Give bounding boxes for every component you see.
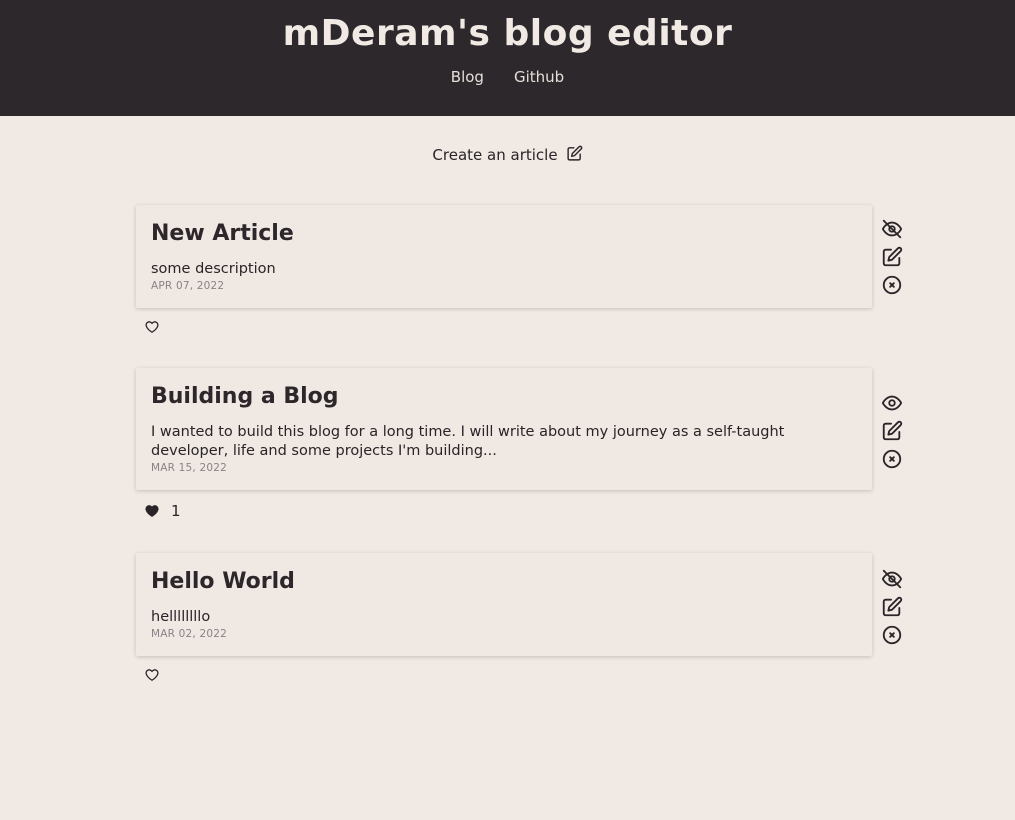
article-likes [145,320,916,334]
delete-icon[interactable] [881,274,903,296]
eye-off-icon[interactable] [881,568,903,590]
article-card[interactable]: Hello World hellllllllo MAR 02, 2022 [136,553,872,656]
heart-filled-icon[interactable] [145,504,159,518]
article-card[interactable]: Building a Blog I wanted to build this b… [136,368,872,490]
nav-link-github[interactable]: Github [514,68,564,86]
article-item: New Article some description APR 07, 202… [136,205,916,334]
article-title: Building a Blog [151,384,339,409]
article-likes [145,668,916,682]
edit-icon[interactable] [881,246,903,268]
edit-icon[interactable] [881,596,903,618]
article-description: I wanted to build this blog for a long t… [151,424,785,459]
article-date: MAR 15, 2022 [151,462,228,474]
article-description: some description [151,261,276,277]
nav-link-blog[interactable]: Blog [451,68,484,86]
article-date: APR 07, 2022 [151,280,225,292]
site-header: mDeram's blog editor Blog Github [0,0,1015,116]
create-article-label: Create an article [432,146,558,164]
article-title: New Article [151,221,294,246]
edit-icon [566,145,583,166]
heart-outline-icon[interactable] [145,668,159,682]
article-item: Hello World hellllllllo MAR 02, 2022 [136,553,916,682]
main-nav: Blog Github [0,68,1015,86]
article-item: Building a Blog I wanted to build this b… [136,368,916,520]
eye-off-icon[interactable] [881,218,903,240]
delete-icon[interactable] [881,624,903,646]
eye-icon[interactable] [881,392,903,414]
create-article-button[interactable]: Create an article [0,145,1015,165]
delete-icon[interactable] [881,448,903,470]
heart-outline-icon[interactable] [145,320,159,334]
article-actions [881,218,903,296]
edit-icon[interactable] [881,420,903,442]
like-count: 1 [171,502,181,520]
article-card[interactable]: New Article some description APR 07, 202… [136,205,872,308]
article-title: Hello World [151,569,295,594]
article-likes: 1 [145,502,916,520]
article-description: hellllllllo [151,609,211,625]
article-actions [881,568,903,646]
site-title: mDeram's blog editor [282,13,733,54]
article-actions [881,392,903,470]
article-date: MAR 02, 2022 [151,628,228,640]
